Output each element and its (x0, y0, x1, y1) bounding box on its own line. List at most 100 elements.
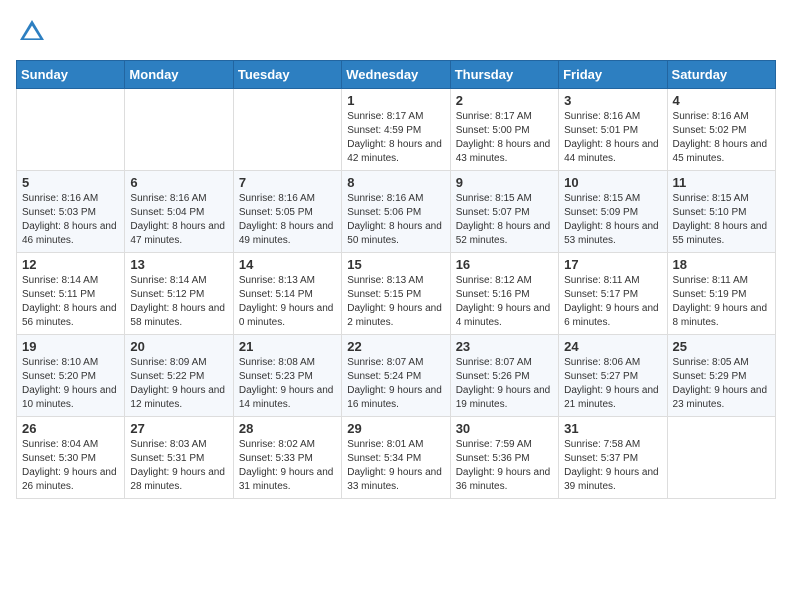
day-info: Sunrise: 8:17 AM Sunset: 4:59 PM Dayligh… (347, 110, 444, 166)
day-number: 16 (456, 257, 553, 272)
day-number: 22 (347, 339, 444, 354)
calendar-cell: 21 Sunrise: 8:08 AM Sunset: 5:23 PM Dayli… (233, 335, 341, 417)
day-info: Sunrise: 8:01 AM Sunset: 5:34 PM Dayligh… (347, 438, 444, 494)
calendar-cell: 3 Sunrise: 8:16 AM Sunset: 5:01 PM Daylig… (559, 89, 667, 171)
calendar-cell: 13 Sunrise: 8:14 AM Sunset: 5:12 PM Dayli… (125, 253, 233, 335)
day-number: 13 (130, 257, 227, 272)
day-number: 8 (347, 175, 444, 190)
day-number: 12 (22, 257, 119, 272)
calendar-body: 1 Sunrise: 8:17 AM Sunset: 4:59 PM Daylig… (17, 89, 776, 499)
calendar-cell: 28Sunrise: 8:02 AM Sunset: 5:33 PM Dayli… (233, 417, 341, 499)
calendar-cell: 24Sunrise: 8:06 AM Sunset: 5:27 PM Dayli… (559, 335, 667, 417)
weekday-header: Sunday (17, 61, 125, 89)
calendar-cell: 14 Sunrise: 8:13 AM Sunset: 5:14 PM Dayli… (233, 253, 341, 335)
calendar-cell: 31 Sunrise: 7:58 AM Sunset: 5:37 PM Dayli… (559, 417, 667, 499)
day-info: Sunrise: 8:12 AM Sunset: 5:16 PM Dayligh… (456, 274, 553, 330)
calendar: SundayMondayTuesdayWednesdayThursdayFrid… (16, 60, 776, 499)
calendar-cell: 6 Sunrise: 8:16 AM Sunset: 5:04 PM Daylig… (125, 171, 233, 253)
calendar-cell: 18Sunrise: 8:11 AM Sunset: 5:19 PM Dayli… (667, 253, 775, 335)
calendar-cell: 23Sunrise: 8:07 AM Sunset: 5:26 PM Dayli… (450, 335, 558, 417)
page-header (16, 16, 776, 48)
weekday-header: Saturday (667, 61, 775, 89)
calendar-week-row: 5 Sunrise: 8:16 AM Sunset: 5:03 PM Daylig… (17, 171, 776, 253)
weekday-row: SundayMondayTuesdayWednesdayThursdayFrid… (17, 61, 776, 89)
day-info: Sunrise: 8:04 AM Sunset: 5:30 PM Dayligh… (22, 438, 119, 494)
day-number: 7 (239, 175, 336, 190)
day-number: 2 (456, 93, 553, 108)
day-info: Sunrise: 8:16 AM Sunset: 5:04 PM Dayligh… (130, 192, 227, 248)
weekday-header: Friday (559, 61, 667, 89)
calendar-cell: 20Sunrise: 8:09 AM Sunset: 5:22 PM Dayli… (125, 335, 233, 417)
day-number: 10 (564, 175, 661, 190)
day-info: Sunrise: 7:58 AM Sunset: 5:37 PM Dayligh… (564, 438, 661, 494)
calendar-cell: 26 Sunrise: 8:04 AM Sunset: 5:30 PM Dayli… (17, 417, 125, 499)
day-info: Sunrise: 8:13 AM Sunset: 5:14 PM Dayligh… (239, 274, 336, 330)
day-info: Sunrise: 8:08 AM Sunset: 5:23 PM Dayligh… (239, 356, 336, 412)
day-number: 29 (347, 421, 444, 436)
calendar-cell: 2 Sunrise: 8:17 AM Sunset: 5:00 PM Daylig… (450, 89, 558, 171)
day-info: Sunrise: 8:16 AM Sunset: 5:03 PM Dayligh… (22, 192, 119, 248)
calendar-cell: 30Sunrise: 7:59 AM Sunset: 5:36 PM Dayli… (450, 417, 558, 499)
calendar-cell: 11 Sunrise: 8:15 AM Sunset: 5:10 PM Dayli… (667, 171, 775, 253)
weekday-header: Tuesday (233, 61, 341, 89)
weekday-header: Wednesday (342, 61, 450, 89)
calendar-cell: 8 Sunrise: 8:16 AM Sunset: 5:06 PM Daylig… (342, 171, 450, 253)
day-number: 27 (130, 421, 227, 436)
day-info: Sunrise: 8:14 AM Sunset: 5:12 PM Dayligh… (130, 274, 227, 330)
day-number: 14 (239, 257, 336, 272)
day-number: 11 (673, 175, 770, 190)
calendar-cell: 17 Sunrise: 8:11 AM Sunset: 5:17 PM Dayli… (559, 253, 667, 335)
day-info: Sunrise: 8:15 AM Sunset: 5:07 PM Dayligh… (456, 192, 553, 248)
day-number: 1 (347, 93, 444, 108)
calendar-cell: 25Sunrise: 8:05 AM Sunset: 5:29 PM Dayli… (667, 335, 775, 417)
day-number: 26 (22, 421, 119, 436)
calendar-cell (667, 417, 775, 499)
day-number: 20 (130, 339, 227, 354)
day-info: Sunrise: 8:14 AM Sunset: 5:11 PM Dayligh… (22, 274, 119, 330)
day-info: Sunrise: 8:16 AM Sunset: 5:06 PM Dayligh… (347, 192, 444, 248)
calendar-cell (17, 89, 125, 171)
calendar-header: SundayMondayTuesdayWednesdayThursdayFrid… (17, 61, 776, 89)
day-number: 25 (673, 339, 770, 354)
day-info: Sunrise: 8:07 AM Sunset: 5:26 PM Dayligh… (456, 356, 553, 412)
day-number: 17 (564, 257, 661, 272)
day-number: 9 (456, 175, 553, 190)
day-info: Sunrise: 8:15 AM Sunset: 5:10 PM Dayligh… (673, 192, 770, 248)
day-number: 15 (347, 257, 444, 272)
calendar-week-row: 1 Sunrise: 8:17 AM Sunset: 4:59 PM Daylig… (17, 89, 776, 171)
calendar-cell: 19Sunrise: 8:10 AM Sunset: 5:20 PM Dayli… (17, 335, 125, 417)
calendar-cell: 1 Sunrise: 8:17 AM Sunset: 4:59 PM Daylig… (342, 89, 450, 171)
day-info: Sunrise: 8:11 AM Sunset: 5:19 PM Dayligh… (673, 274, 770, 330)
day-number: 6 (130, 175, 227, 190)
day-number: 21 (239, 339, 336, 354)
calendar-cell: 12 Sunrise: 8:14 AM Sunset: 5:11 PM Dayli… (17, 253, 125, 335)
calendar-cell: 4Sunrise: 8:16 AM Sunset: 5:02 PM Daylig… (667, 89, 775, 171)
day-number: 28 (239, 421, 336, 436)
calendar-cell (125, 89, 233, 171)
logo-icon (16, 16, 48, 48)
day-number: 3 (564, 93, 661, 108)
day-info: Sunrise: 8:17 AM Sunset: 5:00 PM Dayligh… (456, 110, 553, 166)
day-info: Sunrise: 8:07 AM Sunset: 5:24 PM Dayligh… (347, 356, 444, 412)
day-number: 19 (22, 339, 119, 354)
calendar-week-row: 26 Sunrise: 8:04 AM Sunset: 5:30 PM Dayli… (17, 417, 776, 499)
calendar-cell: 29 Sunrise: 8:01 AM Sunset: 5:34 PM Dayli… (342, 417, 450, 499)
weekday-header: Thursday (450, 61, 558, 89)
day-number: 5 (22, 175, 119, 190)
calendar-week-row: 19Sunrise: 8:10 AM Sunset: 5:20 PM Dayli… (17, 335, 776, 417)
day-info: Sunrise: 8:11 AM Sunset: 5:17 PM Dayligh… (564, 274, 661, 330)
day-number: 4 (673, 93, 770, 108)
day-number: 30 (456, 421, 553, 436)
weekday-header: Monday (125, 61, 233, 89)
calendar-cell: 10 Sunrise: 8:15 AM Sunset: 5:09 PM Dayli… (559, 171, 667, 253)
day-number: 24 (564, 339, 661, 354)
calendar-cell: 22 Sunrise: 8:07 AM Sunset: 5:24 PM Dayli… (342, 335, 450, 417)
day-info: Sunrise: 8:16 AM Sunset: 5:05 PM Dayligh… (239, 192, 336, 248)
day-number: 31 (564, 421, 661, 436)
day-info: Sunrise: 8:16 AM Sunset: 5:01 PM Dayligh… (564, 110, 661, 166)
day-info: Sunrise: 8:15 AM Sunset: 5:09 PM Dayligh… (564, 192, 661, 248)
calendar-cell: 5 Sunrise: 8:16 AM Sunset: 5:03 PM Daylig… (17, 171, 125, 253)
calendar-cell: 27Sunrise: 8:03 AM Sunset: 5:31 PM Dayli… (125, 417, 233, 499)
logo (16, 16, 52, 48)
calendar-cell: 7 Sunrise: 8:16 AM Sunset: 5:05 PM Daylig… (233, 171, 341, 253)
